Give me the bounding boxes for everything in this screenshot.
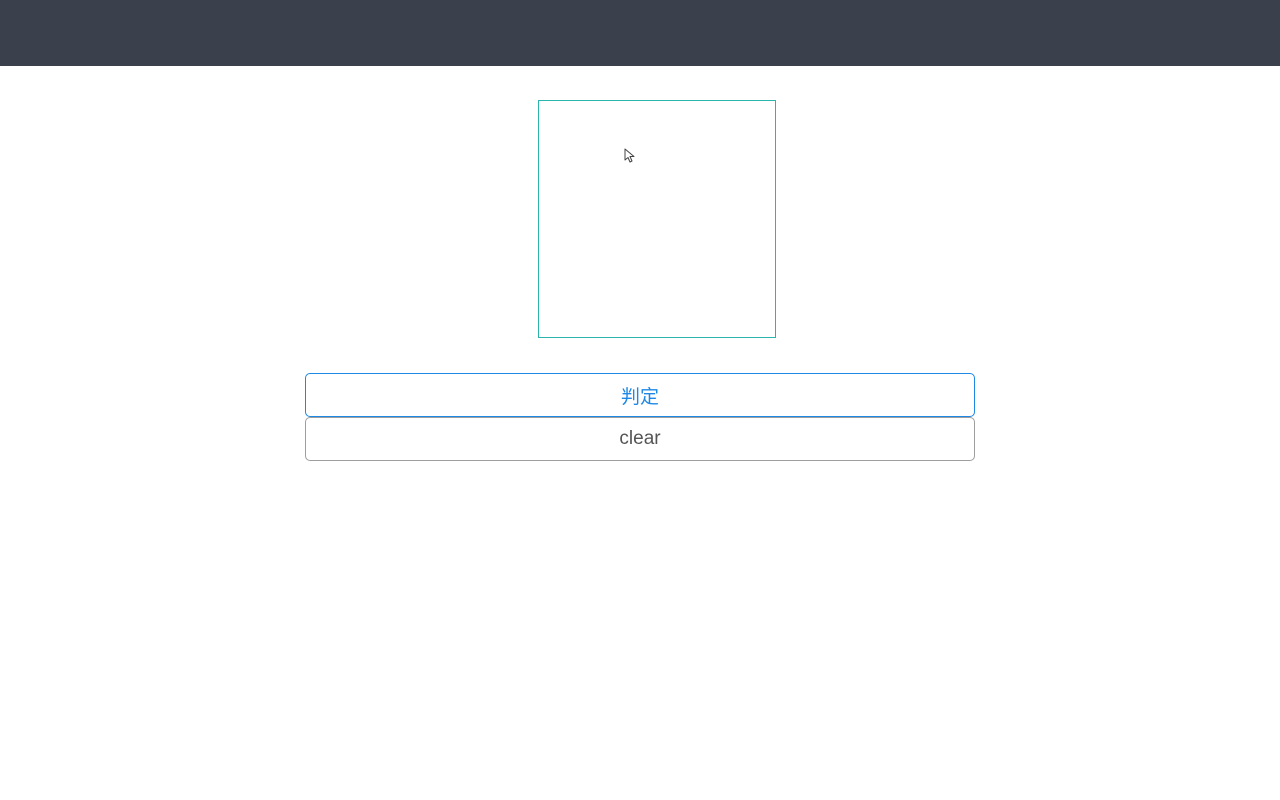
clear-button[interactable]: clear <box>305 417 975 461</box>
content-area: 判定 clear <box>0 66 1280 461</box>
header-bar <box>0 0 1280 66</box>
drawing-canvas[interactable] <box>538 100 776 338</box>
cursor-icon <box>624 148 636 164</box>
button-group: 判定 clear <box>305 373 975 461</box>
judge-button[interactable]: 判定 <box>305 373 975 417</box>
